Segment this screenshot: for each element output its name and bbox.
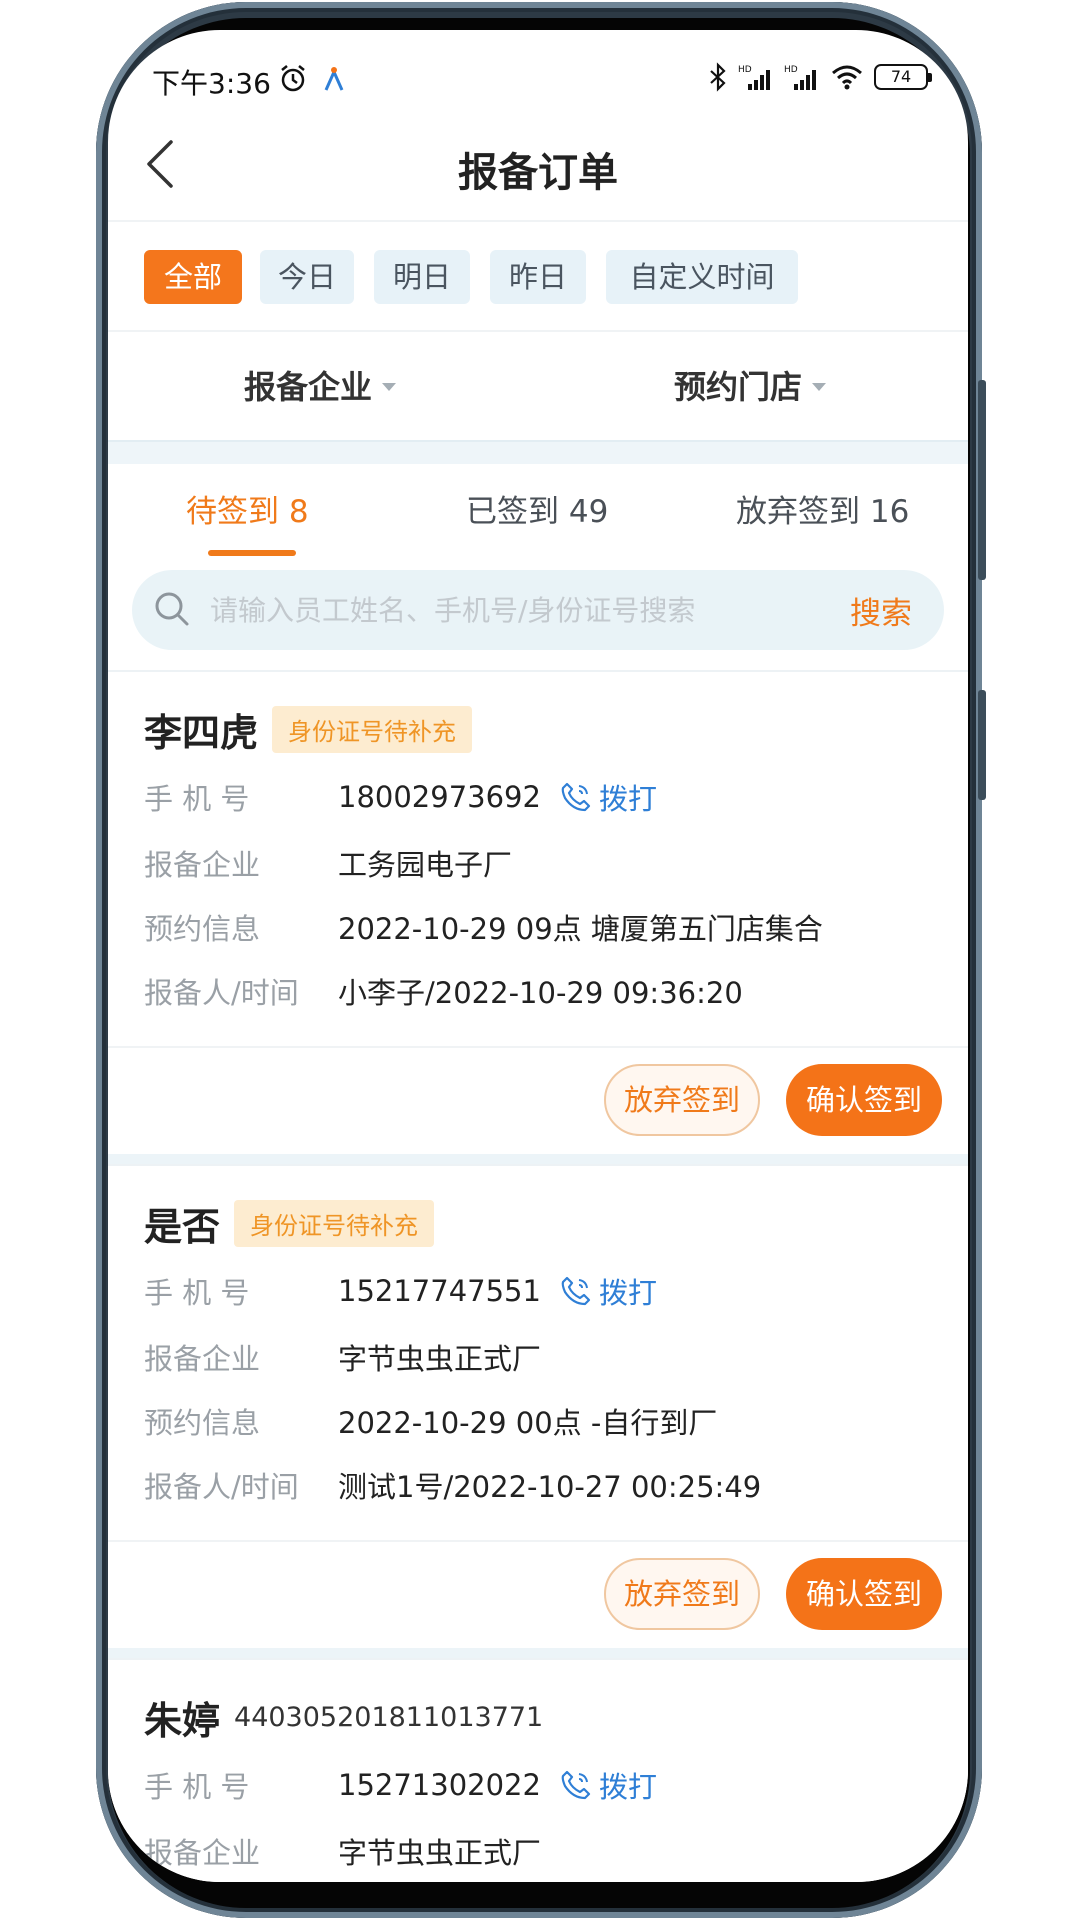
search-bar: 搜索	[132, 570, 944, 650]
id-pending-badge: 身份证号待补充	[234, 1200, 435, 1247]
card-separator	[108, 1154, 968, 1164]
chip-yesterday[interactable]: 昨日	[490, 250, 586, 304]
phone-value: 15217747551	[338, 1274, 541, 1308]
phone-call-icon	[561, 782, 591, 812]
reporter-row: 报备人/时间 小李子/2022-10-29 09:36:20	[144, 970, 743, 1012]
wifi-icon	[832, 65, 862, 90]
dropdown-filter-bar: 报备企业 预约门店	[108, 330, 968, 440]
caret-down-icon	[382, 383, 397, 391]
power-button	[978, 690, 986, 800]
appointment-label: 预约信息	[144, 1406, 261, 1440]
call-button[interactable]: 拨打	[559, 1270, 657, 1312]
phone-call-icon	[561, 1770, 591, 1800]
svg-text:HD: HD	[784, 65, 798, 75]
call-label: 拨打	[598, 1770, 657, 1804]
date-filter-bar: 全部 今日 明日 昨日 自定义时间	[108, 220, 968, 330]
company-label: 报备企业	[144, 848, 261, 882]
tab-pending[interactable]: 待签到 8	[186, 486, 309, 531]
phone-label: 手 机 号	[144, 782, 250, 816]
app-screen: 下午3:36 HD HD 74 报备订单 全部 今日 明日 昨日 自定义时间 报…	[108, 30, 968, 1882]
abandon-button[interactable]: 放弃签到	[604, 1558, 760, 1630]
company-value: 字节虫虫正式厂	[338, 1836, 542, 1870]
reporter-label: 报备人/时间	[144, 1470, 299, 1504]
svg-text:HD: HD	[738, 65, 752, 75]
phone-label: 手 机 号	[144, 1276, 250, 1310]
appointment-row: 预约信息 2022-10-29 09点 塘厦第五门店集合	[144, 906, 823, 948]
chip-custom-time[interactable]: 自定义时间	[606, 250, 798, 304]
section-divider	[108, 440, 968, 464]
record-card: 是否 身份证号待补充 手 机 号 15217747551 拨打 报备企业 字节虫…	[108, 1164, 968, 1658]
record-card: 朱婷 440305201811013771 手 机 号 15271302022 …	[108, 1658, 968, 1882]
caret-down-icon	[812, 383, 827, 391]
status-icons: HD HD 74	[708, 62, 932, 92]
reporter-row: 报备人/时间 测试1号/2022-10-27 00:25:49	[144, 1464, 761, 1506]
tab-abandoned[interactable]: 放弃签到 16	[736, 486, 909, 531]
phone-row: 手 机 号 15271302022 拨打	[144, 1764, 657, 1806]
call-label: 拨打	[598, 1276, 657, 1310]
reporter-label: 报备人/时间	[144, 976, 299, 1010]
appointment-label: 预约信息	[144, 912, 261, 946]
company-dropdown-label: 报备企业	[244, 368, 373, 406]
company-dropdown[interactable]: 报备企业	[244, 362, 397, 408]
reporter-value: 测试1号/2022-10-27 00:25:49	[338, 1470, 762, 1504]
id-pending-badge: 身份证号待补充	[272, 706, 473, 753]
page-title: 报备订单	[458, 150, 618, 196]
call-label: 拨打	[598, 782, 657, 816]
signal-icon-2: HD	[784, 65, 816, 90]
confirm-button[interactable]: 确认签到	[786, 1558, 942, 1630]
status-tabs: 待签到 8 已签到 49 放弃签到 16	[108, 464, 968, 564]
card-separator	[108, 1648, 968, 1658]
person-name: 朱婷	[144, 1699, 221, 1743]
abandon-button[interactable]: 放弃签到	[604, 1064, 760, 1136]
company-label: 报备企业	[144, 1836, 261, 1870]
company-row: 报备企业 字节虫虫正式厂	[144, 1336, 541, 1378]
search-input[interactable]	[210, 584, 730, 636]
status-time: 下午3:36	[152, 67, 271, 100]
phone-row: 手 机 号 18002973692 拨打	[144, 776, 657, 818]
alarm-icon	[281, 65, 305, 92]
phone-row: 手 机 号 15217747551 拨打	[144, 1270, 657, 1312]
phone-label: 手 机 号	[144, 1770, 250, 1804]
search-button[interactable]: 搜索	[850, 588, 912, 633]
app-notification-icon	[324, 67, 344, 91]
phone-value: 18002973692	[338, 780, 541, 814]
appointment-row: 预约信息 2022-10-29 00点 -自行到厂	[144, 1400, 717, 1442]
bluetooth-icon	[710, 62, 726, 92]
name-row: 朱婷 440305201811013771	[144, 1690, 543, 1745]
call-button[interactable]: 拨打	[559, 776, 657, 818]
company-value: 字节虫虫正式厂	[338, 1342, 542, 1376]
confirm-button[interactable]: 确认签到	[786, 1064, 942, 1136]
name-row: 是否 身份证号待补充	[144, 1196, 435, 1251]
company-label: 报备企业	[144, 1342, 261, 1376]
person-name: 是否	[144, 1205, 221, 1249]
battery-icon: 74	[874, 64, 932, 90]
appointment-value: 2022-10-29 00点 -自行到厂	[338, 1406, 718, 1440]
tab-indicator	[208, 550, 296, 556]
appointment-value: 2022-10-29 09点 塘厦第五门店集合	[338, 912, 823, 946]
record-card: 李四虎 身份证号待补充 手 机 号 18002973692 拨打 报备企业 工务…	[108, 670, 968, 1164]
phone-value: 15271302022	[338, 1768, 541, 1802]
divider	[108, 1046, 968, 1048]
company-row: 报备企业 工务园电子厂	[144, 842, 512, 884]
volume-button	[978, 380, 986, 580]
store-dropdown-label: 预约门店	[674, 368, 803, 406]
header: 报备订单	[108, 110, 968, 220]
tab-checked-in[interactable]: 已签到 49	[466, 486, 608, 531]
person-name: 李四虎	[144, 711, 259, 755]
store-dropdown[interactable]: 预约门店	[674, 362, 827, 408]
company-value: 工务园电子厂	[338, 848, 513, 882]
search-icon	[155, 592, 189, 626]
chip-today[interactable]: 今日	[260, 250, 354, 304]
call-button[interactable]: 拨打	[559, 1764, 657, 1806]
status-bar: 下午3:36 HD HD 74	[108, 50, 968, 110]
reporter-value: 小李子/2022-10-29 09:36:20	[338, 976, 743, 1010]
chip-tomorrow[interactable]: 明日	[374, 250, 470, 304]
signal-icon: HD	[738, 65, 770, 90]
id-number: 440305201811013771	[234, 1702, 544, 1733]
chip-all[interactable]: 全部	[144, 250, 242, 304]
divider	[108, 1540, 968, 1542]
company-row: 报备企业 字节虫虫正式厂	[144, 1830, 541, 1872]
phone-call-icon	[561, 1276, 591, 1306]
name-row: 李四虎 身份证号待补充	[144, 702, 473, 757]
